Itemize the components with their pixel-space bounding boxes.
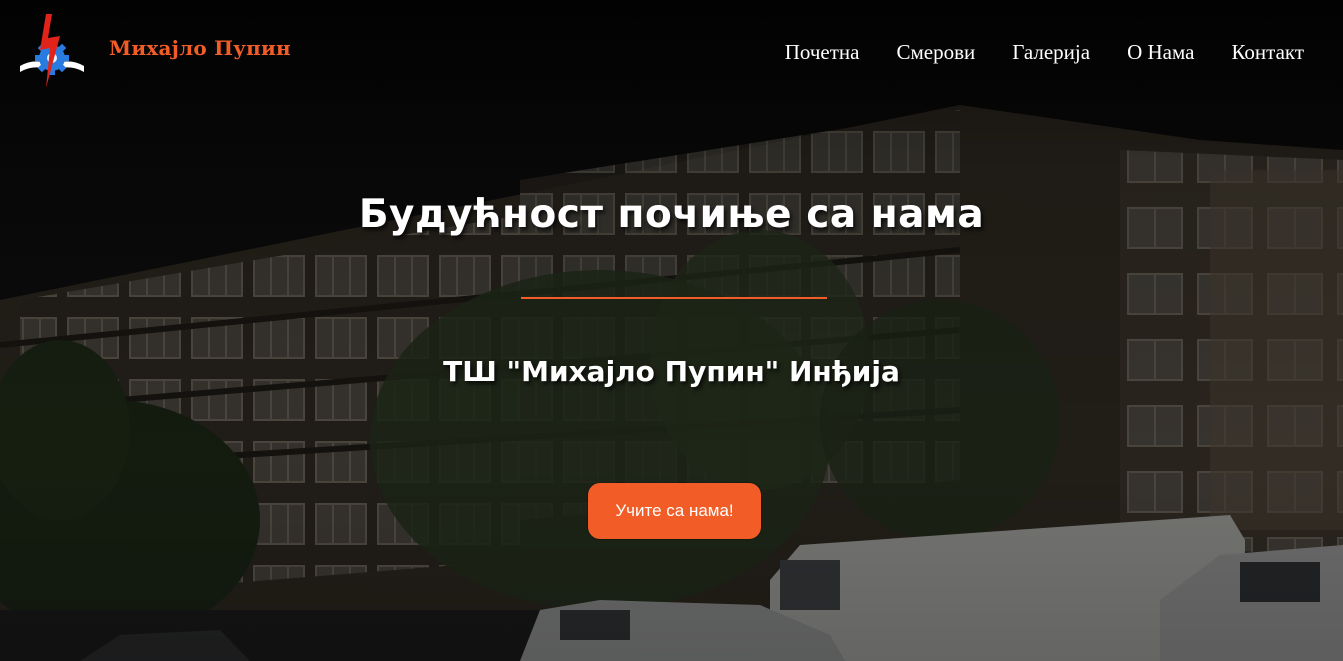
hero-title: Будућност почиње са нама [358,192,985,237]
brand-name: Михајло Пупин [109,36,291,60]
hero-divider [521,297,827,299]
hero-subtitle: ТШ "Михајло Пупин" Инђија [443,355,900,388]
top-navbar: Михајло Пупин Почетна Смерови Галерија О… [0,0,1343,100]
nav-link-gallery[interactable]: Галерија [1012,40,1090,65]
nav-link-programs[interactable]: Смерови [896,40,975,65]
learn-with-us-button[interactable]: Учите са нама! [588,483,761,539]
nav-link-contact[interactable]: Контакт [1231,40,1304,65]
brand[interactable]: Михајло Пупин [16,14,291,90]
nav-link-home[interactable]: Почетна [785,40,860,65]
main-menu: Почетна Смерови Галерија О Нама Контакт [785,40,1304,65]
school-lightning-gear-logo-icon [20,14,84,88]
page: Михајло Пупин Почетна Смерови Галерија О… [0,0,1343,661]
nav-link-about[interactable]: О Нама [1127,40,1194,65]
